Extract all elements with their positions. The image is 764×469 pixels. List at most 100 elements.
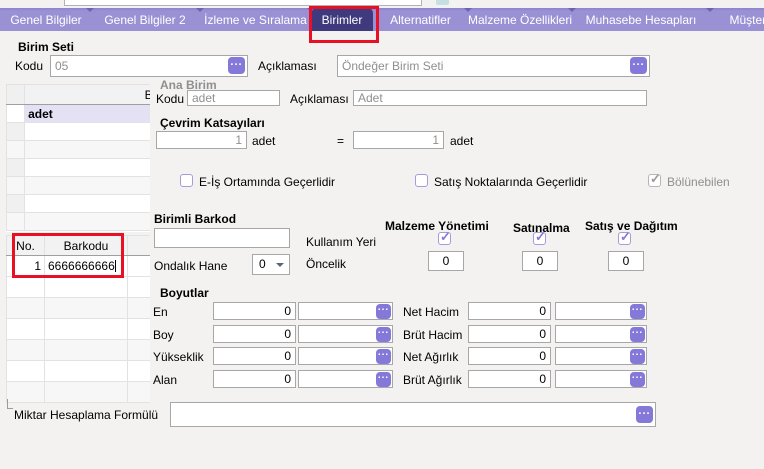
barcode-empty-row[interactable] [7, 277, 151, 298]
barcode-table: No. Barkodu 1 6666666666 [6, 235, 150, 403]
alan-unit-lookup-button[interactable] [376, 372, 391, 387]
boy-label: Boy [153, 328, 174, 342]
col-malzeme-yonetimi-header: Malzeme Yönetimi [385, 219, 489, 233]
tab-alternatifler[interactable]: Alternatifler [373, 8, 468, 31]
birim-seti-kodu-label: Kodu [15, 59, 43, 73]
boy-unit-lookup-button[interactable] [376, 327, 391, 342]
boy-value-input[interactable] [213, 325, 296, 343]
net-agirlik-label: Net Ağırlık [403, 350, 458, 364]
unit-list-table: Birim adet [6, 84, 150, 231]
en-value-input[interactable] [213, 302, 296, 320]
unit-list-empty-row[interactable] [7, 213, 151, 231]
en-unit-lookup-button[interactable] [376, 304, 391, 319]
barcode-empty-row[interactable] [7, 361, 151, 382]
barcode-row-1-value[interactable]: 6666666666 [45, 256, 128, 277]
net-agirlik-unit-lookup-button[interactable] [630, 349, 645, 364]
kullanim-malzeme-checkbox[interactable] [438, 232, 451, 245]
birim-seti-aciklama-label: Açıklaması [258, 59, 317, 73]
bolunebilen-checkbox [648, 174, 661, 187]
barcode-empty-row[interactable] [7, 340, 151, 361]
cevrim-left-unit-label: adet [252, 134, 275, 148]
brut-agirlik-unit-lookup-button[interactable] [630, 372, 645, 387]
yukseklik-unit-lookup-button[interactable] [376, 349, 391, 364]
ana-birim-kodu-input[interactable] [187, 90, 280, 106]
birim-seti-kodu-input[interactable] [50, 55, 248, 77]
net-hacim-value-input[interactable] [468, 302, 551, 320]
text-caret [115, 260, 116, 272]
boyutlar-title: Boyutlar [160, 286, 209, 300]
eis-checkbox[interactable] [180, 174, 193, 187]
barcode-extra-header [128, 236, 151, 256]
groupbox-corner [7, 399, 13, 409]
miktar-formulu-lookup-button[interactable] [636, 406, 653, 423]
alan-value-input[interactable] [213, 370, 296, 388]
ana-birim-aciklama-label: Açıklaması [290, 92, 349, 106]
birim-seti-aciklama-lookup-button[interactable] [630, 57, 647, 74]
tab-muhasebe-hesaplari[interactable]: Muhasebe Hesapları [572, 8, 710, 31]
chevron-down-icon [276, 263, 284, 267]
partial-top-input[interactable] [64, 0, 422, 6]
ana-birim-kodu-label: Kodu [156, 92, 184, 106]
cevrim-right-unit-label: adet [450, 134, 473, 148]
yukseklik-label: Yükseklik [153, 350, 204, 364]
unit-list-empty-row[interactable] [7, 177, 151, 195]
barcode-row-1[interactable]: 1 6666666666 [7, 256, 151, 277]
brut-hacim-value-input[interactable] [468, 325, 551, 343]
birimli-barkod-input[interactable] [154, 228, 290, 248]
unit-list-birim-header: Birim [25, 85, 150, 105]
cevrim-left-input[interactable] [156, 131, 247, 149]
satis-noktalari-label: Satış Noktalarında Geçerlidir [434, 175, 587, 189]
ondalik-hane-dropdown[interactable]: 0 [252, 254, 290, 275]
ondalik-hane-value: 0 [259, 257, 266, 271]
unit-list-selector-header [7, 85, 25, 105]
tab-birimler[interactable]: Birimler [311, 8, 373, 31]
brut-agirlik-label: Brüt Ağırlık [403, 373, 462, 387]
unit-list-empty-row[interactable] [7, 123, 151, 141]
birim-seti-aciklama-input[interactable] [337, 55, 650, 77]
miktar-formulu-label: Miktar Hesaplama Formülü [14, 408, 158, 422]
unit-list-panel: Birim adet [6, 84, 150, 232]
cevrim-right-input[interactable] [353, 131, 444, 149]
unit-list-empty-row[interactable] [7, 195, 151, 213]
barcode-empty-row[interactable] [7, 298, 151, 319]
eis-label: E-İş Ortamında Geçerlidir [199, 175, 335, 189]
alan-label: Alan [153, 373, 177, 387]
barcode-barkodu-header: Barkodu [45, 236, 128, 256]
unit-list-cell-adet[interactable]: adet [25, 105, 150, 123]
barcode-panel: No. Barkodu 1 6666666666 [6, 235, 150, 403]
equals-sign: = [337, 134, 344, 148]
unit-list-empty-row[interactable] [7, 159, 151, 177]
net-hacim-label: Net Hacim [403, 305, 459, 319]
unit-list-empty-row[interactable] [7, 141, 151, 159]
satis-noktalari-checkbox[interactable] [415, 174, 428, 187]
oncelik-satinalma-input[interactable] [522, 251, 558, 271]
tab-genel-bilgiler-2[interactable]: Genel Bilgiler 2 [90, 8, 200, 31]
birimli-barkod-title: Birimli Barkod [154, 212, 236, 226]
barcode-row-1-no[interactable]: 1 [7, 256, 45, 277]
net-agirlik-value-input[interactable] [468, 347, 551, 365]
unit-list-row-adet[interactable]: adet [7, 105, 151, 123]
kullanim-satinalma-checkbox[interactable] [533, 232, 546, 245]
birim-seti-title: Birim Seti [18, 40, 74, 54]
birim-seti-kodu-lookup-button[interactable] [228, 57, 245, 74]
tab-genel-bilgiler[interactable]: Genel Bilgiler [2, 8, 90, 31]
miktar-formulu-input[interactable] [170, 402, 656, 427]
oncelik-satis-input[interactable] [608, 251, 644, 271]
yukseklik-value-input[interactable] [213, 347, 296, 365]
ana-birim-aciklama-input[interactable] [353, 90, 647, 106]
net-hacim-unit-lookup-button[interactable] [630, 304, 645, 319]
bolunebilen-label: Bölünebilen [667, 175, 730, 189]
barcode-empty-row[interactable] [7, 319, 151, 340]
brut-hacim-unit-lookup-button[interactable] [630, 327, 645, 342]
barcode-empty-row[interactable] [7, 382, 151, 403]
tab-bar: Genel Bilgiler Genel Bilgiler 2 İzleme v… [0, 8, 764, 31]
kullanim-yeri-label: Kullanım Yeri [306, 235, 376, 249]
tab-izleme-ve-siralama[interactable]: İzleme ve Sıralama [200, 8, 311, 31]
oncelik-malzeme-input[interactable] [428, 251, 464, 271]
kullanim-satis-checkbox[interactable] [618, 232, 631, 245]
col-satis-ve-dagitim-header: Satış ve Dağıtım [585, 219, 678, 233]
tab-malzeme-ozellikleri[interactable]: Malzeme Özellikleri [468, 8, 572, 31]
brut-hacim-label: Brüt Hacim [403, 328, 462, 342]
tab-musteriler[interactable]: Müşteriler/ [710, 8, 764, 31]
brut-agirlik-value-input[interactable] [468, 370, 551, 388]
